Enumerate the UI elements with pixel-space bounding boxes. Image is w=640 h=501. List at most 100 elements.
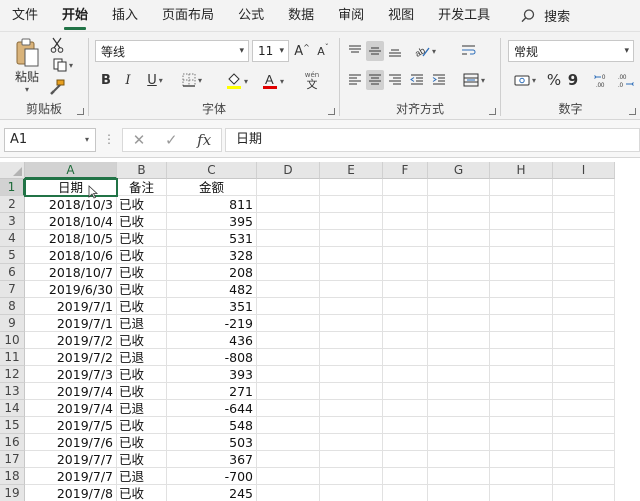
cell-c4[interactable]: 531 xyxy=(167,230,257,247)
align-bottom-button[interactable] xyxy=(386,41,404,61)
shrink-font-button[interactable]: Aˇ xyxy=(314,41,332,61)
cell-a12[interactable]: 2019/7/3 xyxy=(25,366,117,383)
cell-g2[interactable] xyxy=(428,196,490,213)
cell-i17[interactable] xyxy=(553,451,615,468)
orientation-button[interactable]: ab ▾ xyxy=(410,41,440,61)
cell-b13[interactable]: 已收 xyxy=(117,383,167,400)
cell-a14[interactable]: 2019/7/4 xyxy=(25,400,117,417)
increase-decimal-button[interactable]: 0.00 xyxy=(593,70,613,90)
cell-a11[interactable]: 2019/7/2 xyxy=(25,349,117,366)
cell-i13[interactable] xyxy=(553,383,615,400)
tab-developer[interactable]: 开发工具 xyxy=(426,0,502,32)
cell-c16[interactable]: 503 xyxy=(167,434,257,451)
cell-a15[interactable]: 2019/7/5 xyxy=(25,417,117,434)
column-header-b[interactable]: B xyxy=(117,162,167,179)
cell-d10[interactable] xyxy=(257,332,320,349)
cell-b11[interactable]: 已退 xyxy=(117,349,167,366)
cell-c15[interactable]: 548 xyxy=(167,417,257,434)
cell-h18[interactable] xyxy=(490,468,553,485)
borders-button[interactable]: ▾ xyxy=(177,70,207,90)
row-header[interactable]: 6 xyxy=(0,264,25,281)
cell-b18[interactable]: 已退 xyxy=(117,468,167,485)
cell-h17[interactable] xyxy=(490,451,553,468)
cell-i6[interactable] xyxy=(553,264,615,281)
cell-b19[interactable]: 已收 xyxy=(117,485,167,501)
cell-d14[interactable] xyxy=(257,400,320,417)
column-header-a[interactable]: A xyxy=(25,162,117,179)
cell-d9[interactable] xyxy=(257,315,320,332)
cell-b10[interactable]: 已收 xyxy=(117,332,167,349)
cell-d15[interactable] xyxy=(257,417,320,434)
cell-e8[interactable] xyxy=(320,298,383,315)
cell-g16[interactable] xyxy=(428,434,490,451)
row-header[interactable]: 3 xyxy=(0,213,25,230)
cell-f3[interactable] xyxy=(383,213,428,230)
row-header[interactable]: 10 xyxy=(0,332,25,349)
copy-button[interactable]: ▾ xyxy=(48,56,78,74)
column-header-c[interactable]: C xyxy=(167,162,257,179)
tab-home[interactable]: 开始 xyxy=(50,0,100,32)
cell-d8[interactable] xyxy=(257,298,320,315)
tab-insert[interactable]: 插入 xyxy=(100,0,150,32)
tab-review[interactable]: 审阅 xyxy=(326,0,376,32)
cell-d7[interactable] xyxy=(257,281,320,298)
cell-i1[interactable] xyxy=(553,179,615,196)
cell-a1[interactable]: 日期 xyxy=(25,179,117,196)
cell-b6[interactable]: 已收 xyxy=(117,264,167,281)
phonetic-button[interactable]: wén 文 xyxy=(297,68,327,92)
cell-g12[interactable] xyxy=(428,366,490,383)
accounting-format-button[interactable]: ▾ xyxy=(509,70,541,90)
cell-i19[interactable] xyxy=(553,485,615,501)
column-header-d[interactable]: D xyxy=(257,162,320,179)
cell-b7[interactable]: 已收 xyxy=(117,281,167,298)
cell-b16[interactable]: 已收 xyxy=(117,434,167,451)
cell-b17[interactable]: 已收 xyxy=(117,451,167,468)
cell-a13[interactable]: 2019/7/4 xyxy=(25,383,117,400)
cell-c9[interactable]: -219 xyxy=(167,315,257,332)
cell-h4[interactable] xyxy=(490,230,553,247)
cell-h15[interactable] xyxy=(490,417,553,434)
column-header-f[interactable]: F xyxy=(383,162,428,179)
cell-i7[interactable] xyxy=(553,281,615,298)
cell-e6[interactable] xyxy=(320,264,383,281)
cell-f2[interactable] xyxy=(383,196,428,213)
cell-g11[interactable] xyxy=(428,349,490,366)
cell-h7[interactable] xyxy=(490,281,553,298)
cell-e7[interactable] xyxy=(320,281,383,298)
format-painter-button[interactable] xyxy=(48,78,66,96)
cell-a9[interactable]: 2019/7/1 xyxy=(25,315,117,332)
cell-e10[interactable] xyxy=(320,332,383,349)
cell-e14[interactable] xyxy=(320,400,383,417)
tab-view[interactable]: 视图 xyxy=(376,0,426,32)
cell-g3[interactable] xyxy=(428,213,490,230)
cell-b1[interactable]: 备注 xyxy=(117,179,167,196)
cell-e17[interactable] xyxy=(320,451,383,468)
cell-f18[interactable] xyxy=(383,468,428,485)
paste-button[interactable]: 粘贴 ▾ xyxy=(10,38,44,94)
cell-f10[interactable] xyxy=(383,332,428,349)
cell-g15[interactable] xyxy=(428,417,490,434)
cell-e11[interactable] xyxy=(320,349,383,366)
cell-e5[interactable] xyxy=(320,247,383,264)
align-middle-button[interactable] xyxy=(366,41,384,61)
cell-i16[interactable] xyxy=(553,434,615,451)
cell-i4[interactable] xyxy=(553,230,615,247)
cell-f19[interactable] xyxy=(383,485,428,501)
cell-d6[interactable] xyxy=(257,264,320,281)
font-size-select[interactable]: 11 ▾ xyxy=(252,40,289,62)
row-header[interactable]: 9 xyxy=(0,315,25,332)
tab-formulas[interactable]: 公式 xyxy=(226,0,276,32)
cancel-entry-button[interactable]: ✕ xyxy=(133,131,146,149)
row-header[interactable]: 8 xyxy=(0,298,25,315)
cut-button[interactable] xyxy=(48,36,66,54)
cell-i10[interactable] xyxy=(553,332,615,349)
cell-g5[interactable] xyxy=(428,247,490,264)
fill-color-button[interactable]: ▾ xyxy=(221,70,253,92)
grow-font-button[interactable]: A ^ xyxy=(293,41,311,61)
row-header[interactable]: 17 xyxy=(0,451,25,468)
more-options-icon[interactable]: ⋮ xyxy=(103,132,115,146)
cell-c12[interactable]: 393 xyxy=(167,366,257,383)
cell-f5[interactable] xyxy=(383,247,428,264)
row-header[interactable]: 7 xyxy=(0,281,25,298)
cell-c19[interactable]: 245 xyxy=(167,485,257,501)
